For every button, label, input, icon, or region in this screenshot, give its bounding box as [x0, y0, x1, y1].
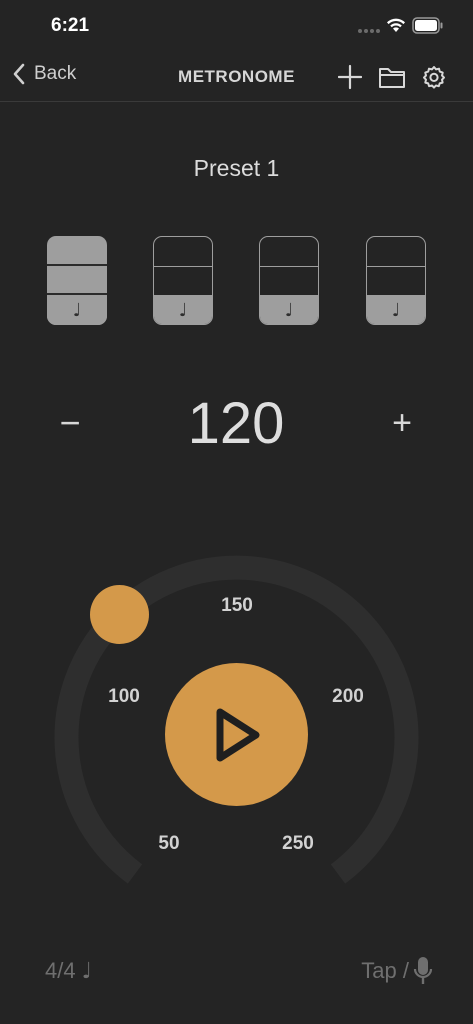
- chevron-left-icon: [13, 63, 25, 85]
- beat-segment-mid: [367, 267, 425, 296]
- time-signature-value: 4/4: [45, 958, 76, 983]
- beat-segment-low: ♩: [367, 295, 425, 324]
- beat-segment-mid: [47, 266, 107, 295]
- tempo-value: 120: [187, 391, 285, 456]
- beat-segment-high: [260, 237, 318, 267]
- cellular-signal-icon: [358, 29, 380, 33]
- battery-icon: [412, 17, 443, 34]
- time-signature-button[interactable]: 4/4 ♩: [45, 958, 92, 984]
- wifi-icon: [387, 18, 405, 32]
- quarter-note-icon: ♩: [284, 299, 294, 321]
- plus-icon[interactable]: [338, 64, 362, 90]
- navigation-bar: Back METRONOME: [0, 52, 473, 102]
- tap-tempo-button[interactable]: Tap /: [361, 956, 433, 986]
- back-label: Back: [34, 63, 77, 84]
- beat-segment-low: ♩: [260, 295, 318, 324]
- tempo-dial-knob[interactable]: [90, 585, 149, 644]
- microphone-icon: [413, 957, 433, 984]
- status-time: 6:21: [51, 15, 90, 36]
- beat-segment-low: ♩: [154, 295, 212, 324]
- beat-segment-mid: [260, 267, 318, 296]
- beat-segment-low: ♩: [47, 295, 107, 325]
- tap-label: Tap /: [361, 958, 409, 983]
- quarter-note-icon: ♩: [178, 299, 188, 321]
- quarter-note-icon: ♩: [81, 959, 92, 984]
- dial-label-50: 50: [158, 833, 180, 854]
- tempo-increase-button[interactable]: +: [384, 400, 420, 446]
- dial-label-150: 150: [221, 595, 253, 616]
- quarter-note-icon: ♩: [391, 299, 401, 321]
- dial-label-100: 100: [108, 686, 140, 707]
- dial-label-200: 200: [332, 686, 364, 707]
- folder-icon[interactable]: [378, 64, 406, 90]
- beat-segment-high: [367, 237, 425, 267]
- back-button[interactable]: Back: [12, 62, 76, 86]
- quarter-note-icon: ♩: [72, 299, 82, 321]
- beat-4[interactable]: ♩: [366, 236, 426, 325]
- beat-3[interactable]: ♩: [259, 236, 319, 325]
- dial-label-250: 250: [282, 833, 314, 854]
- preset-name[interactable]: Preset 1: [0, 155, 473, 182]
- beat-2[interactable]: ♩: [153, 236, 213, 325]
- play-button[interactable]: [165, 663, 308, 806]
- beat-1[interactable]: ♩: [47, 236, 107, 325]
- beat-segment-high: [154, 237, 212, 267]
- beat-segment-mid: [154, 267, 212, 296]
- tempo-decrease-button[interactable]: −: [52, 400, 88, 446]
- beat-segment-high: [47, 236, 107, 266]
- gear-icon[interactable]: [422, 64, 446, 90]
- status-bar: 6:21: [0, 0, 473, 52]
- play-icon: [216, 708, 259, 761]
- metronome-screen: 6:21 Back METRONOME Preset 1 ♩ ♩ ♩ ♩ − 1…: [0, 0, 473, 1024]
